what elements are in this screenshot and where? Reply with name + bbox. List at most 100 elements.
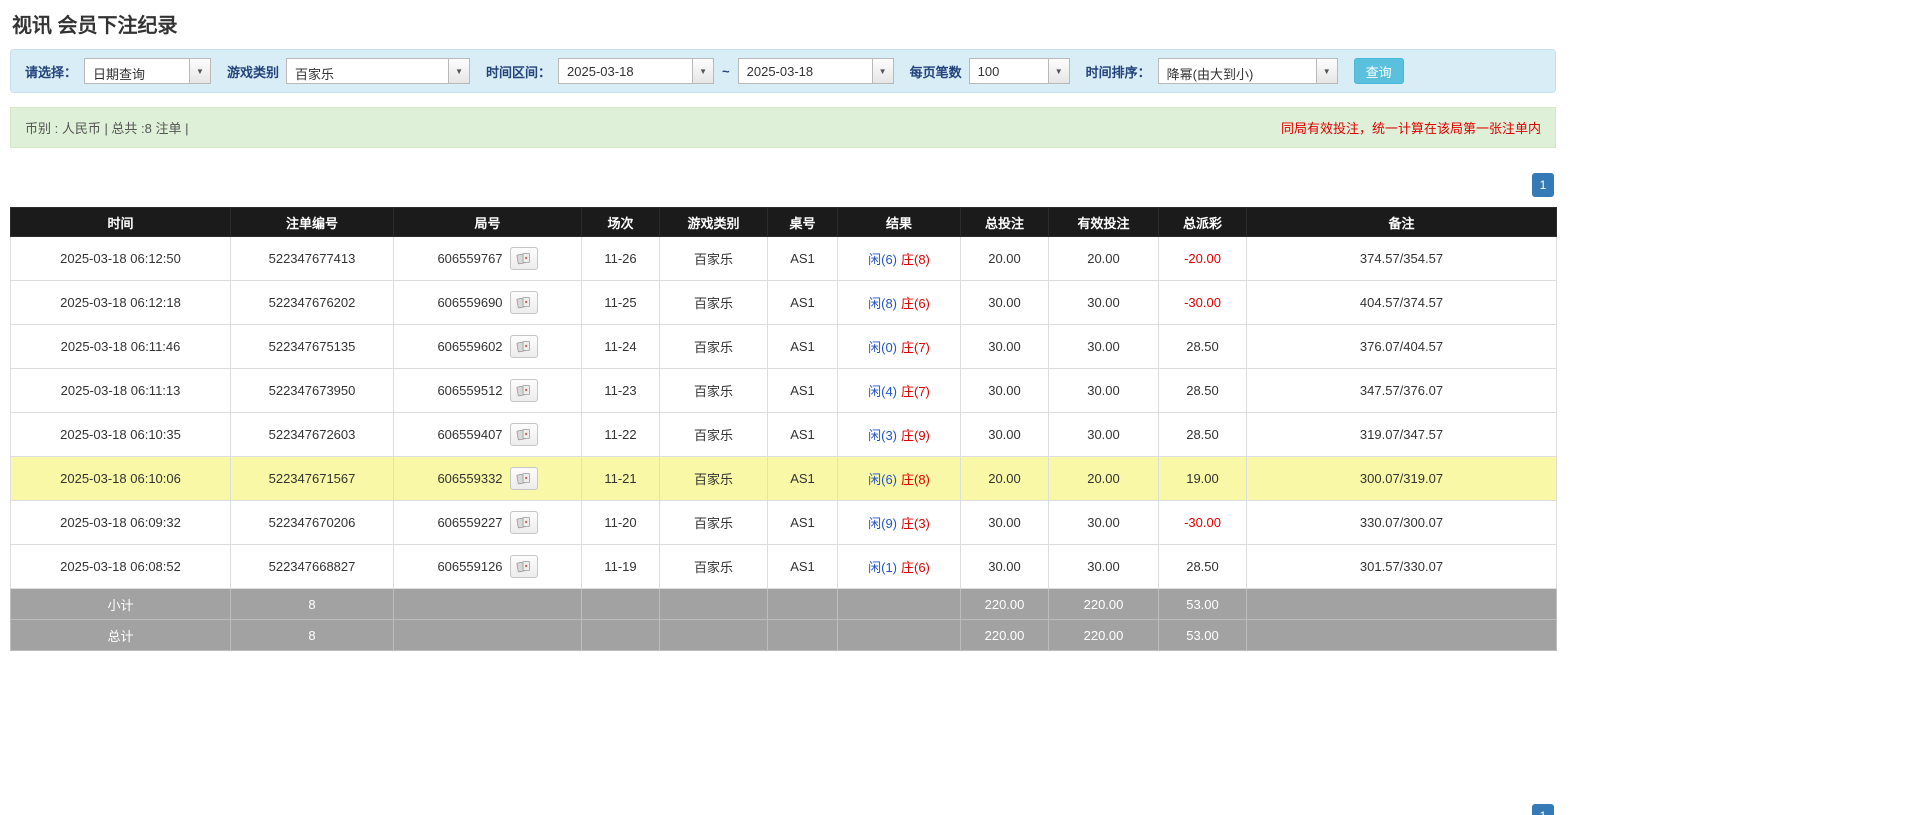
table-header-row: 时间 注单编号 局号 场次 游戏类别 桌号 结果 总投注 有效投注 总派彩 备注 <box>10 207 1557 237</box>
cell-table-no: AS1 <box>767 236 838 281</box>
cell-total-bet[interactable]: 30.00 <box>960 324 1049 369</box>
summary-text: 币别 : 人民币 | 总共 :8 注单 | <box>25 121 189 136</box>
page-size-label: 每页笔数 <box>909 64 962 80</box>
page-button-1[interactable]: 1 <box>1532 804 1554 815</box>
cell-session: 11-22 <box>581 412 660 457</box>
cell-round-id: 606559512 <box>393 368 582 413</box>
cell-result: 闲(1) 庄(6) <box>837 544 961 589</box>
cell-total-bet[interactable]: 30.00 <box>960 280 1049 325</box>
result-banker: 庄(7) <box>901 340 930 355</box>
cell-total-bet[interactable]: 30.00 <box>960 368 1049 413</box>
cell-result: 闲(3) 庄(9) <box>837 412 961 457</box>
cell-game-type: 百家乐 <box>659 412 768 457</box>
footer-cell: 53.00 <box>1158 619 1247 651</box>
game-type-select[interactable]: 百家乐 ▼ <box>286 58 471 84</box>
cell-result: 闲(6) 庄(8) <box>837 456 961 501</box>
cell-total-bet[interactable]: 30.00 <box>960 544 1049 589</box>
view-cards-button[interactable] <box>509 335 538 358</box>
cell-round-id: 606559227 <box>393 500 582 545</box>
cell-total-bet[interactable]: 20.00 <box>960 236 1049 281</box>
cell-table-no: AS1 <box>767 500 838 545</box>
cell-time: 2025-03-18 06:12:50 <box>10 236 231 281</box>
view-cards-button[interactable] <box>509 467 538 490</box>
column-header: 总投注 <box>960 207 1049 237</box>
column-header: 桌号 <box>767 207 838 237</box>
search-button[interactable]: 查询 <box>1353 58 1404 84</box>
view-cards-button[interactable] <box>509 423 538 446</box>
cards-icon <box>516 517 530 529</box>
date-to-select[interactable]: 2025-03-18 ▼ <box>737 58 894 84</box>
cell-round-id: 606559126 <box>393 544 582 589</box>
sort-select[interactable]: 降幂(由大到小) ▼ <box>1157 58 1338 84</box>
game-type-label: 游戏类别 <box>227 64 280 80</box>
table-row: 2025-03-18 06:11:13 522347673950 606559512… <box>10 368 1557 413</box>
column-header: 时间 <box>10 207 231 237</box>
cell-payout: 28.50 <box>1158 544 1247 589</box>
round-id: 606559690 <box>437 295 503 310</box>
chevron-down-icon[interactable]: ▼ <box>1047 59 1069 83</box>
view-cards-button[interactable] <box>509 247 538 270</box>
filter-group-query-type: 请选择： 日期查询 ▼ <box>25 58 212 84</box>
result-player: 闲(1) <box>868 560 897 575</box>
page-button-1[interactable]: 1 <box>1532 173 1554 197</box>
view-cards-button[interactable] <box>509 555 538 578</box>
query-type-select[interactable]: 日期查询 ▼ <box>84 58 212 84</box>
view-cards-button[interactable] <box>509 291 538 314</box>
result-player: 闲(8) <box>868 296 897 311</box>
filter-group-page-size: 每页笔数 100 ▼ <box>910 58 1070 84</box>
cell-valid-bet: 30.00 <box>1048 324 1159 369</box>
date-from-select[interactable]: 2025-03-18 ▼ <box>558 58 715 84</box>
cell-round-id: 606559767 <box>393 236 582 281</box>
cell-total-bet[interactable]: 20.00 <box>960 456 1049 501</box>
result-banker: 庄(6) <box>901 296 930 311</box>
cards-icon <box>516 385 530 397</box>
round-id: 606559767 <box>437 251 503 266</box>
cell-total-bet[interactable]: 30.00 <box>960 500 1049 545</box>
cell-note: 301.57/330.07 <box>1246 544 1557 589</box>
subtotal-row: 小计 8 220.00 220.00 53.00 <box>10 588 1557 620</box>
cell-bet-id: 522347668827 <box>230 544 394 589</box>
cell-note: 374.57/354.57 <box>1246 236 1557 281</box>
chevron-down-icon[interactable]: ▼ <box>189 59 211 83</box>
round-id: 606559602 <box>437 339 503 354</box>
filter-bar: 请选择： 日期查询 ▼ 游戏类别 百家乐 ▼ 时间区间： 2025-03-18 … <box>10 49 1556 93</box>
chevron-down-icon[interactable]: ▼ <box>448 59 470 83</box>
footer-cell <box>767 619 838 651</box>
cell-payout: 28.50 <box>1158 368 1247 413</box>
game-type-value: 百家乐 <box>295 67 335 82</box>
cell-result: 闲(9) 庄(3) <box>837 500 961 545</box>
chevron-down-icon[interactable]: ▼ <box>871 59 893 83</box>
cell-bet-id: 522347676202 <box>230 280 394 325</box>
result-player: 闲(9) <box>868 516 897 531</box>
table-row: 2025-03-18 06:11:46 522347675135 606559602… <box>10 324 1557 369</box>
cell-note: 330.07/300.07 <box>1246 500 1557 545</box>
cell-game-type: 百家乐 <box>659 500 768 545</box>
total-row: 总计 8 220.00 220.00 53.00 <box>10 619 1557 651</box>
chevron-down-icon[interactable]: ▼ <box>692 59 714 83</box>
filter-group-sort: 时间排序： 降幂(由大到小) ▼ <box>1086 58 1338 84</box>
cell-result: 闲(8) 庄(6) <box>837 280 961 325</box>
table-row: 2025-03-18 06:10:06 522347671567 606559332… <box>10 456 1557 501</box>
table-row: 2025-03-18 06:12:50 522347677413 606559767… <box>10 236 1557 281</box>
column-header: 备注 <box>1246 207 1557 237</box>
view-cards-button[interactable] <box>509 511 538 534</box>
footer-cell <box>393 588 582 620</box>
cell-payout: -30.00 <box>1158 500 1247 545</box>
chevron-down-icon[interactable]: ▼ <box>1315 59 1337 83</box>
cell-total-bet[interactable]: 30.00 <box>960 412 1049 457</box>
cell-time: 2025-03-18 06:08:52 <box>10 544 231 589</box>
cell-game-type: 百家乐 <box>659 324 768 369</box>
cell-game-type: 百家乐 <box>659 236 768 281</box>
page-size-select[interactable]: 100 ▼ <box>968 58 1070 84</box>
cell-payout: 28.50 <box>1158 412 1247 457</box>
cell-game-type: 百家乐 <box>659 368 768 413</box>
table-row: 2025-03-18 06:08:52 522347668827 606559126… <box>10 544 1557 589</box>
range-separator: ~ <box>722 63 730 79</box>
view-cards-button[interactable] <box>509 379 538 402</box>
cell-table-no: AS1 <box>767 324 838 369</box>
footer-cell <box>393 619 582 651</box>
result-player: 闲(4) <box>868 384 897 399</box>
cell-bet-id: 522347672603 <box>230 412 394 457</box>
footer-cell: 8 <box>230 588 394 620</box>
result-banker: 庄(7) <box>901 384 930 399</box>
